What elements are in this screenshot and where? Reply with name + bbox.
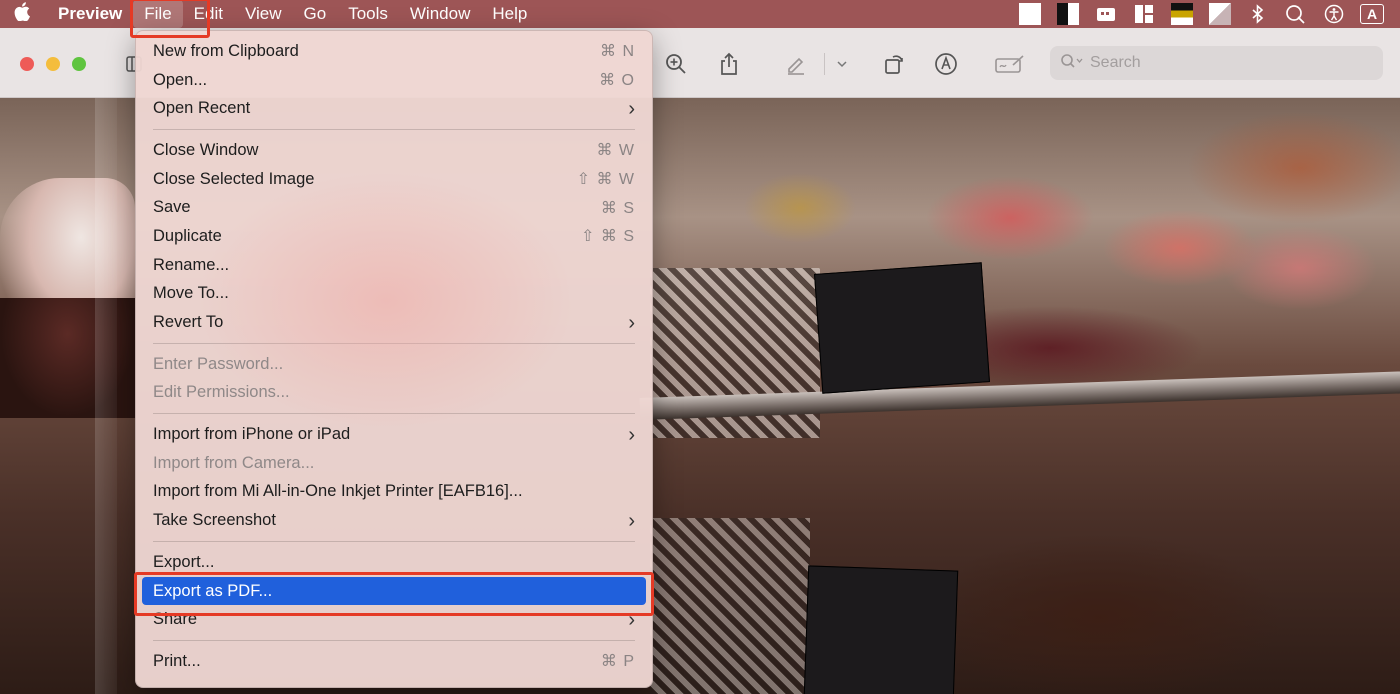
menu-item-import-camera: Import from Camera... [136, 449, 652, 478]
chevron-right-icon: › [628, 97, 635, 120]
menu-item-import-iphone[interactable]: Import from iPhone or iPad › [136, 420, 652, 449]
signature-icon[interactable] [994, 50, 1026, 78]
search-icon [1060, 53, 1084, 74]
status-icon-white[interactable] [1018, 3, 1042, 25]
menu-separator [153, 413, 635, 415]
menu-item-save[interactable]: Save ⌘ S [136, 193, 652, 222]
chevron-right-icon: › [628, 311, 635, 334]
rotate-icon[interactable] [880, 50, 908, 78]
menu-go[interactable]: Go [293, 0, 338, 28]
status-icon-checker[interactable] [1056, 3, 1080, 25]
menu-item-shortcut: ⌘ W [596, 142, 635, 160]
menu-item-new-from-clipboard[interactable]: New from Clipboard ⌘ N [136, 37, 652, 66]
menu-item-take-screenshot[interactable]: Take Screenshot › [136, 506, 652, 535]
menu-item-label: Import from iPhone or iPad [153, 425, 351, 444]
menu-item-rename[interactable]: Rename... [136, 251, 652, 280]
menu-item-label: Close Window [153, 140, 259, 159]
menu-item-close-window[interactable]: Close Window ⌘ W [136, 136, 652, 165]
menu-item-enter-password: Enter Password... [136, 350, 652, 379]
photo-label-card-lower [803, 565, 959, 694]
menu-app-preview[interactable]: Preview [44, 0, 133, 28]
menu-item-move-to[interactable]: Move To... [136, 280, 652, 309]
menu-separator [153, 129, 635, 131]
menu-separator [153, 541, 635, 542]
menu-item-label: Print... [153, 651, 201, 670]
menu-bar: Preview File Edit View Go Tools Window H… [0, 0, 1400, 28]
menu-item-revert-to[interactable]: Revert To › [136, 308, 652, 337]
chevron-down-icon[interactable] [828, 50, 856, 78]
menu-item-open[interactable]: Open... ⌘ O [136, 66, 652, 95]
menu-item-label: Close Selected Image [153, 169, 315, 188]
annotation-highlight-export-pdf [134, 572, 654, 616]
menu-view[interactable]: View [234, 0, 293, 28]
menu-item-shortcut: ⇧ ⌘ S [581, 228, 635, 246]
photo-checkered-paper-lower [650, 518, 810, 694]
status-icon-color[interactable] [1170, 3, 1194, 25]
menu-item-open-recent[interactable]: Open Recent › [136, 94, 652, 123]
status-icon-drive[interactable] [1094, 3, 1118, 25]
menu-item-shortcut: ⌘ P [600, 653, 635, 671]
menu-item-label: Import from Mi All-in-One Inkjet Printer… [153, 482, 523, 501]
menu-item-import-printer[interactable]: Import from Mi All-in-One Inkjet Printer… [136, 478, 652, 507]
menu-window[interactable]: Window [399, 0, 481, 28]
bluetooth-icon[interactable] [1246, 3, 1270, 25]
search-field[interactable] [1050, 46, 1383, 80]
menu-help[interactable]: Help [481, 0, 538, 28]
menu-item-label: Export... [153, 552, 215, 571]
menu-item-label: Rename... [153, 255, 230, 274]
menu-item-label: Open Recent [153, 99, 251, 118]
menu-item-label: Revert To [153, 313, 224, 332]
menu-item-shortcut: ⇧ ⌘ W [576, 171, 635, 189]
status-icon-grid[interactable] [1132, 3, 1156, 25]
markup-pen-icon[interactable] [782, 50, 810, 78]
menu-item-label: Import from Camera... [153, 453, 315, 472]
menu-item-print[interactable]: Print... ⌘ P [136, 647, 652, 676]
menu-item-label: New from Clipboard [153, 41, 299, 60]
menu-item-label: Move To... [153, 284, 229, 303]
search-input[interactable] [1090, 54, 1350, 72]
chevron-right-icon: › [628, 509, 635, 532]
photo-label-card [814, 262, 990, 394]
menu-separator [153, 640, 635, 642]
menu-item-shortcut: ⌘ O [599, 72, 635, 90]
status-menu-extras: A [1018, 0, 1400, 28]
menu-item-label: Take Screenshot [153, 511, 276, 530]
menu-item-label: Save [153, 198, 191, 217]
menu-item-label: Duplicate [153, 226, 222, 245]
toolbar-separator [824, 53, 825, 75]
menu-tools[interactable]: Tools [337, 0, 399, 28]
close-window-button[interactable] [20, 57, 34, 71]
menu-item-edit-permissions: Edit Permissions... [136, 379, 652, 408]
menu-separator [153, 342, 635, 344]
screen-share-icon[interactable] [1284, 3, 1308, 25]
menu-item-duplicate[interactable]: Duplicate ⇧ ⌘ S [136, 222, 652, 251]
maximize-window-button[interactable] [72, 57, 86, 71]
share-icon[interactable] [715, 50, 743, 78]
menu-item-label: Edit Permissions... [153, 383, 290, 402]
markup-icon[interactable] [932, 50, 960, 78]
menu-item-shortcut: ⌘ S [600, 199, 635, 217]
input-source-icon[interactable]: A [1360, 3, 1384, 25]
zoom-in-icon[interactable] [662, 50, 690, 78]
menu-item-label: Enter Password... [153, 354, 284, 373]
accessibility-icon[interactable] [1322, 3, 1346, 25]
status-icon-pattern[interactable] [1208, 3, 1232, 25]
menu-item-shortcut: ⌘ N [600, 43, 635, 61]
minimize-window-button[interactable] [46, 57, 60, 71]
apple-menu-icon[interactable] [0, 2, 44, 26]
menu-item-close-selected-image[interactable]: Close Selected Image ⇧ ⌘ W [136, 165, 652, 194]
photo-glass-edge [95, 98, 117, 694]
menu-item-label: Open... [153, 70, 208, 89]
annotation-highlight-file [130, 0, 210, 38]
chevron-right-icon: › [628, 423, 635, 446]
